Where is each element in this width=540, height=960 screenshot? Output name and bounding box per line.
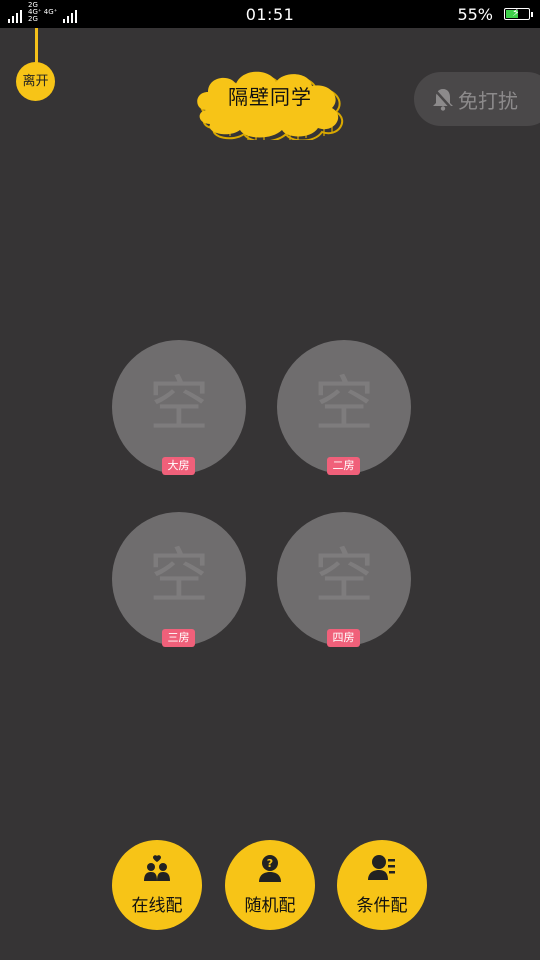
room-tag: 二房 — [327, 457, 360, 475]
svg-text:?: ? — [267, 857, 273, 870]
question-person-icon: ? — [259, 855, 281, 882]
bell-muted-icon — [433, 88, 453, 111]
battery-icon: ⚡ — [504, 6, 533, 20]
do-not-disturb-label: 免打扰 — [458, 88, 518, 113]
page-title: 隔壁同学 — [228, 85, 312, 109]
battery-percent: 55% — [457, 5, 493, 24]
online-match-label: 在线配 — [131, 896, 183, 916]
condition-match-label: 条件配 — [356, 896, 408, 916]
room-4[interactable]: 空 四房 — [277, 512, 411, 647]
random-match-button[interactable]: ? 随机配 — [225, 840, 315, 930]
room-empty-text: 空 — [149, 542, 209, 612]
status-bar: 2G 4G⁺ 4G⁺ 2G 01:51 55% ⚡ — [0, 0, 540, 28]
room-empty-text: 空 — [314, 542, 374, 612]
person-list-icon — [368, 855, 395, 880]
room-empty-text: 空 — [314, 370, 374, 440]
room-tag: 三房 — [162, 629, 195, 647]
leave-string — [35, 28, 38, 64]
room-1[interactable]: 空 大房 — [112, 340, 246, 475]
room-empty-text: 空 — [149, 370, 209, 440]
charging-icon: ⚡ — [512, 6, 520, 19]
couple-heart-icon — [144, 855, 170, 881]
condition-match-button[interactable]: 条件配 — [337, 840, 427, 930]
room-tag: 大房 — [162, 457, 195, 475]
room-tag: 四房 — [327, 629, 360, 647]
leave-button[interactable]: 离开 — [16, 62, 55, 101]
online-match-button[interactable]: 在线配 — [112, 840, 202, 930]
room-3[interactable]: 空 三房 — [112, 512, 246, 647]
room-2[interactable]: 空 二房 — [277, 340, 411, 475]
random-match-label: 随机配 — [244, 896, 296, 916]
do-not-disturb-button[interactable]: 免打扰 — [414, 72, 540, 126]
